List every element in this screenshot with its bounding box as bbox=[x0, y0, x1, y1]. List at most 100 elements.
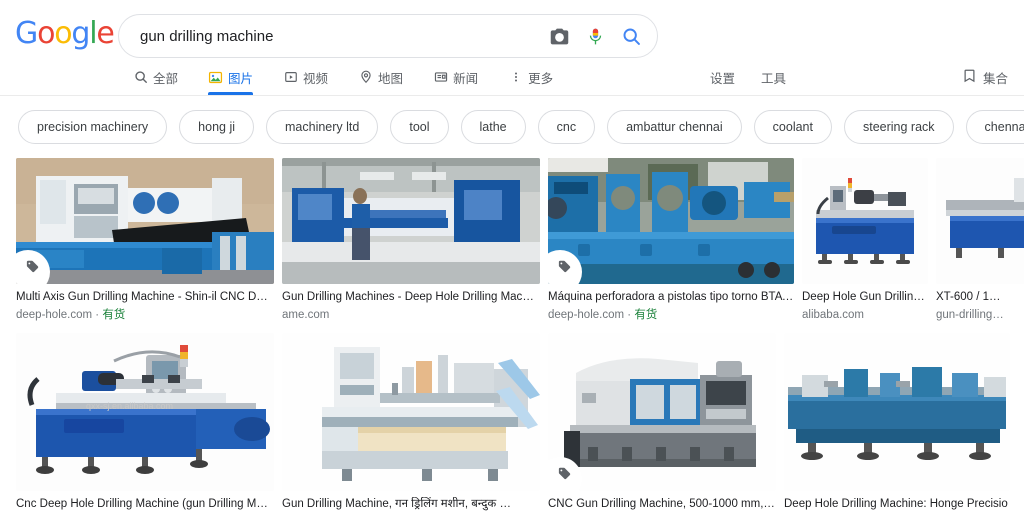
collections-label: 集合 bbox=[982, 71, 1008, 86]
logo-letter-e: e bbox=[96, 16, 114, 51]
tab-news-label: 新闻 bbox=[453, 71, 479, 86]
thumbnail-art bbox=[548, 158, 794, 284]
thumbnail-art bbox=[282, 158, 540, 284]
tab-more[interactable]: 更多 bbox=[508, 59, 567, 95]
result-domain: alibaba.com bbox=[802, 309, 865, 321]
svg-text:qxx-sj.en.alibaba.com: qxx-sj.en.alibaba.com bbox=[86, 401, 173, 411]
tab-maps[interactable]: 地图 bbox=[358, 59, 417, 95]
results-row-1: Multi Axis Gun Drilling Machine - Shin-i… bbox=[16, 158, 1024, 323]
result-source: alibaba.com bbox=[802, 307, 928, 323]
settings-link[interactable]: 设置 bbox=[710, 68, 735, 87]
result-source: deep-hole.com · 有货 bbox=[16, 309, 126, 321]
chip-tool[interactable]: tool bbox=[390, 110, 449, 144]
chip-coolant[interactable]: coolant bbox=[753, 110, 832, 144]
bookmark-icon bbox=[962, 68, 977, 86]
result-thumbnail[interactable] bbox=[936, 158, 1024, 284]
result-thumbnail[interactable] bbox=[548, 333, 776, 491]
result-thumbnail[interactable] bbox=[282, 158, 540, 284]
result-caption: XT-600 / 1… gun-drilling… bbox=[936, 284, 1024, 323]
chip-hong-ji[interactable]: hong ji bbox=[179, 110, 255, 144]
tab-images[interactable]: 图片 bbox=[208, 59, 267, 95]
logo-letter-g1: G bbox=[15, 16, 38, 51]
result-caption: Cnc Deep Hole Drilling Machine (gun Dril… bbox=[16, 491, 274, 512]
chip-steering-rack[interactable]: steering rack bbox=[843, 110, 954, 144]
result-title[interactable]: Máquina perforadora a pistolas tipo torn… bbox=[548, 290, 794, 305]
search-submit-icon[interactable] bbox=[619, 24, 643, 48]
result-title[interactable]: Deep Hole Gun Drilling … bbox=[802, 290, 928, 305]
chip-chennai-tiruvallur[interactable]: chennai tiruvallur bbox=[965, 110, 1024, 144]
image-result-card[interactable]: Gun Drilling Machines - Deep Hole Drilli… bbox=[282, 158, 540, 323]
result-title[interactable]: Gun Drilling Machine, गन ड्रिलिंग मशीन, … bbox=[282, 497, 540, 512]
image-results-grid: Multi Axis Gun Drilling Machine - Shin-i… bbox=[0, 158, 1024, 512]
stock-badge: 有货 bbox=[102, 309, 126, 321]
chip-machinery-ltd[interactable]: machinery ltd bbox=[266, 110, 379, 144]
chip-precision-machinery[interactable]: precision machinery bbox=[18, 110, 168, 144]
result-title[interactable]: Gun Drilling Machines - Deep Hole Drilli… bbox=[282, 290, 540, 305]
stock-badge: 有货 bbox=[634, 309, 658, 321]
tools-link[interactable]: 工具 bbox=[761, 68, 786, 87]
logo-letter-g2: g bbox=[71, 16, 90, 51]
result-source: ame.com bbox=[282, 307, 540, 323]
thumbnail-art bbox=[16, 158, 274, 284]
camera-icon[interactable] bbox=[547, 24, 571, 48]
logo-letter-o1: o bbox=[37, 16, 55, 51]
result-caption: Gun Drilling Machines - Deep Hole Drilli… bbox=[282, 284, 540, 323]
collections-button[interactable]: 集合 bbox=[962, 68, 1008, 87]
search-nav-tabs: 全部 图片 视频 地图 新闻 更多 设置 工具 集合 bbox=[0, 58, 1024, 95]
image-result-card[interactable]: CNC Gun Drilling Machine, 500-1000 mm, R… bbox=[548, 333, 776, 512]
chip-lathe[interactable]: lathe bbox=[460, 110, 526, 144]
result-source: gun-drilling… bbox=[936, 307, 1024, 323]
result-title[interactable]: Deep Hole Drilling Machine: Honge Precis… bbox=[784, 497, 1010, 512]
result-domain: deep-hole.com bbox=[16, 309, 93, 321]
image-result-card[interactable]: Deep Hole Drilling Machine: Honge Precis… bbox=[784, 333, 1010, 512]
chip-ambattur-chennai[interactable]: ambattur chennai bbox=[607, 110, 742, 144]
result-thumbnail[interactable] bbox=[282, 333, 540, 491]
result-thumbnail[interactable] bbox=[16, 158, 274, 284]
image-result-card[interactable]: Deep Hole Gun Drilling … alibaba.com bbox=[802, 158, 928, 323]
results-row-2: qxx-sj.en.alibaba.com Cnc Deep Hole Dril… bbox=[16, 333, 1024, 512]
image-result-card[interactable]: Máquina perforadora a pistolas tipo torn… bbox=[548, 158, 794, 323]
result-thumbnail[interactable]: qxx-sj.en.alibaba.com bbox=[16, 333, 274, 491]
microphone-icon[interactable] bbox=[583, 24, 607, 48]
image-icon bbox=[208, 70, 223, 85]
thumbnail-art bbox=[802, 158, 928, 284]
result-title[interactable]: XT-600 / 1… bbox=[936, 290, 1024, 305]
video-icon bbox=[283, 70, 298, 85]
tab-all-label: 全部 bbox=[153, 71, 179, 86]
result-domain: ame.com bbox=[282, 309, 330, 321]
more-vertical-icon bbox=[508, 70, 523, 85]
tab-videos-label: 视频 bbox=[303, 71, 329, 86]
tab-videos[interactable]: 视频 bbox=[283, 59, 342, 95]
result-caption: Deep Hole Gun Drilling … alibaba.com bbox=[802, 284, 928, 323]
image-result-card[interactable]: qxx-sj.en.alibaba.com Cnc Deep Hole Dril… bbox=[16, 333, 274, 512]
result-caption: CNC Gun Drilling Machine, 500-1000 mm, R… bbox=[548, 491, 776, 512]
search-input[interactable] bbox=[119, 16, 547, 56]
result-caption: Deep Hole Drilling Machine: Honge Precis… bbox=[784, 491, 1010, 512]
result-title[interactable]: Multi Axis Gun Drilling Machine - Shin-i… bbox=[16, 290, 274, 305]
result-title[interactable]: Cnc Deep Hole Drilling Machine (gun Dril… bbox=[16, 497, 274, 512]
result-thumbnail[interactable] bbox=[802, 158, 928, 284]
tab-maps-label: 地图 bbox=[378, 71, 404, 86]
active-tab-underline bbox=[208, 92, 254, 95]
page-header: Google gun drilling machine 全部 图片 视频 地图 … bbox=[0, 0, 1024, 96]
result-thumbnail[interactable] bbox=[548, 158, 794, 284]
tab-all[interactable]: 全部 bbox=[133, 59, 192, 95]
search-box[interactable] bbox=[118, 14, 658, 58]
search-icon bbox=[133, 70, 148, 85]
tab-images-label: 图片 bbox=[228, 71, 254, 86]
news-icon bbox=[433, 70, 448, 85]
image-result-card[interactable]: Gun Drilling Machine, गन ड्रिलिंग मशीन, … bbox=[282, 333, 540, 512]
logo-letter-o2: o bbox=[54, 16, 72, 51]
chip-cnc[interactable]: cnc bbox=[537, 110, 596, 144]
tab-more-label: 更多 bbox=[528, 71, 554, 86]
image-result-card[interactable]: Multi Axis Gun Drilling Machine - Shin-i… bbox=[16, 158, 274, 323]
result-title[interactable]: CNC Gun Drilling Machine, 500-1000 mm, R… bbox=[548, 497, 776, 512]
result-source: deep-hole.com · 有货 bbox=[548, 309, 658, 321]
result-caption: Gun Drilling Machine, गन ड्रिलिंग मशीन, … bbox=[282, 491, 540, 512]
result-domain: deep-hole.com bbox=[548, 309, 625, 321]
google-logo[interactable]: Google bbox=[15, 16, 115, 51]
tab-news[interactable]: 新闻 bbox=[433, 59, 492, 95]
image-result-card[interactable]: XT-600 / 1… gun-drilling… bbox=[936, 158, 1024, 323]
related-search-chips: precision machinery hong ji machinery lt… bbox=[0, 96, 1024, 158]
result-thumbnail[interactable] bbox=[784, 333, 1010, 491]
